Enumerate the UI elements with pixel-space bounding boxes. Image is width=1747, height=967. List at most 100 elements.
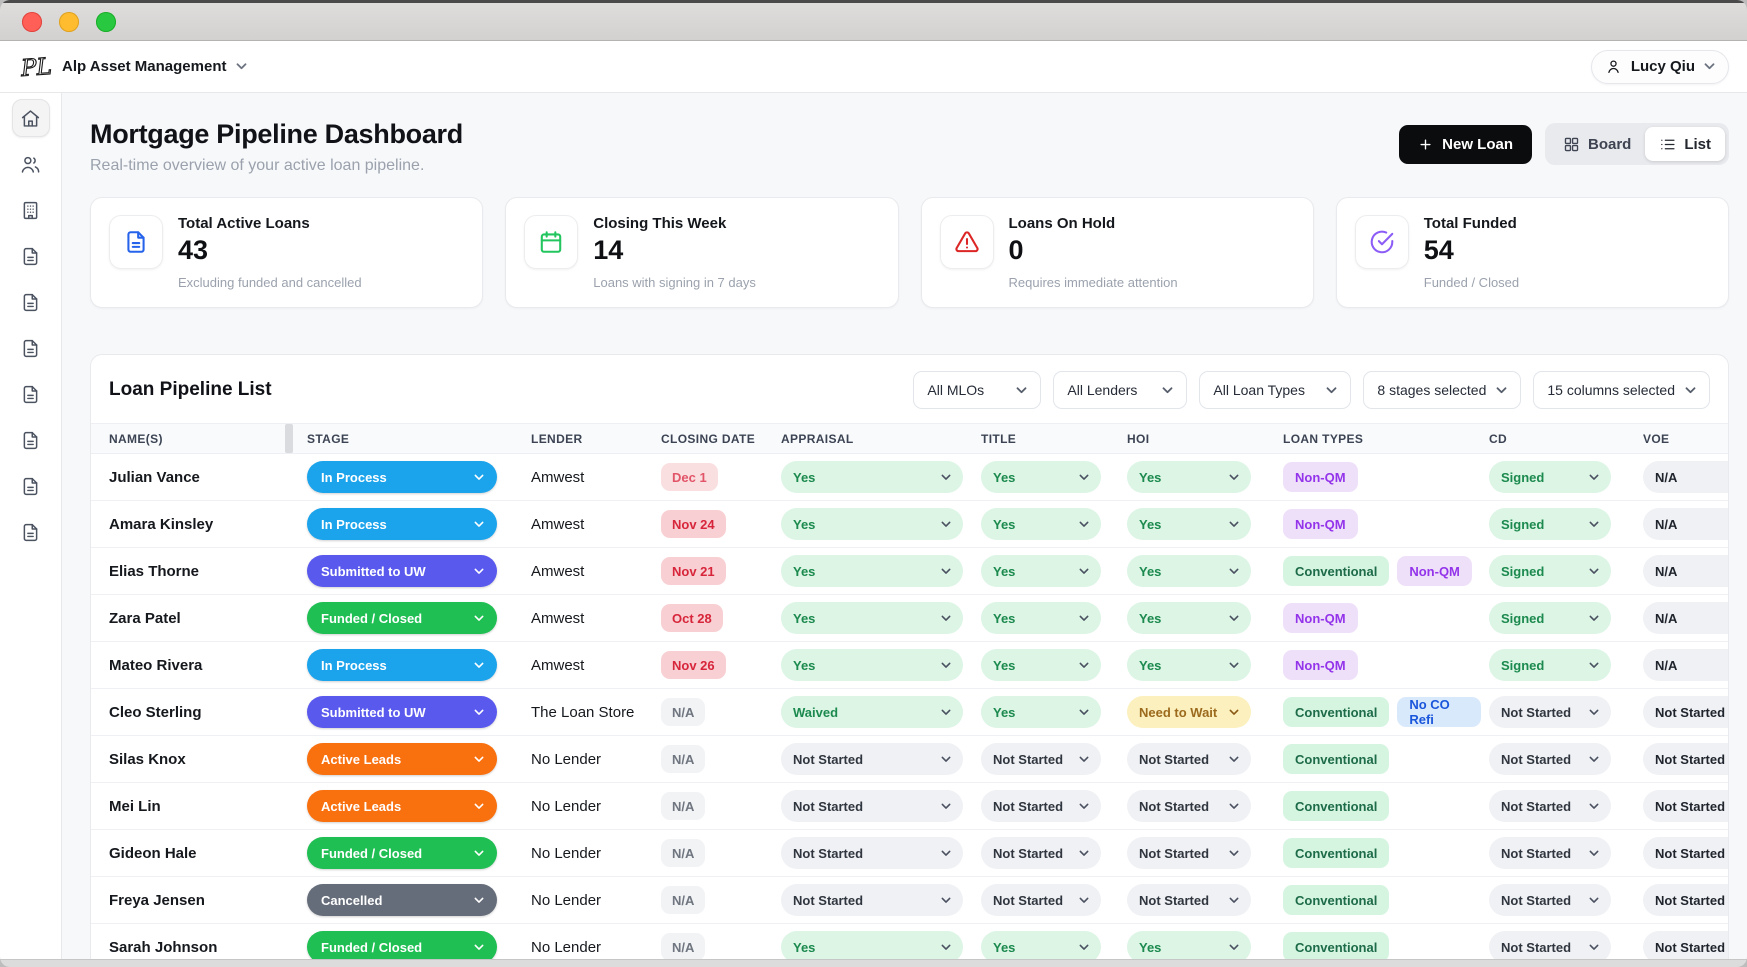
sidebar-item-document-3[interactable] [12,237,50,275]
appraisal-dropdown[interactable]: Not Started [781,837,963,869]
sidebar-item-home[interactable] [12,99,50,137]
appraisal-dropdown[interactable]: Yes [781,602,963,634]
table-row[interactable]: Silas KnoxActive LeadsNo LenderN/ANot St… [91,736,1728,783]
filter-all-loan-types[interactable]: All Loan Types [1199,371,1351,409]
appraisal-dropdown[interactable]: Yes [781,555,963,587]
sidebar-item-building[interactable] [12,191,50,229]
voe-dropdown[interactable]: N/A [1643,461,1728,493]
stage-dropdown[interactable]: In Process [307,649,497,681]
voe-dropdown[interactable]: Not Started [1643,931,1728,959]
appraisal-dropdown[interactable]: Waived [781,696,963,728]
cd-dropdown[interactable]: Not Started [1489,696,1611,728]
table-row[interactable]: Mateo RiveraIn ProcessAmwestNov 26YesYes… [91,642,1728,689]
cd-dropdown[interactable]: Signed [1489,461,1611,493]
title-dropdown[interactable]: Not Started [981,837,1101,869]
view-toggle-board[interactable]: Board [1549,127,1645,161]
minimize-button[interactable] [59,12,79,32]
appraisal-dropdown[interactable]: Yes [781,931,963,959]
title-dropdown[interactable]: Not Started [981,884,1101,916]
hoi-dropdown[interactable]: Yes [1127,555,1251,587]
title-dropdown[interactable]: Yes [981,508,1101,540]
appraisal-dropdown[interactable]: Not Started [781,884,963,916]
sidebar-item-document-7[interactable] [12,421,50,459]
cd-dropdown[interactable]: Signed [1489,602,1611,634]
stage-dropdown[interactable]: Submitted to UW [307,555,497,587]
hoi-dropdown[interactable]: Yes [1127,508,1251,540]
hoi-dropdown[interactable]: Yes [1127,649,1251,681]
title-dropdown[interactable]: Yes [981,555,1101,587]
cd-dropdown[interactable]: Signed [1489,649,1611,681]
table-row[interactable]: Cleo SterlingSubmitted to UWThe Loan Sto… [91,689,1728,736]
column-header-title[interactable]: TITLE [981,432,1016,446]
table-row[interactable]: Mei LinActive LeadsNo LenderN/ANot Start… [91,783,1728,830]
column-resize-handle[interactable] [285,424,293,453]
stage-dropdown[interactable]: Cancelled [307,884,497,916]
sidebar-item-document-5[interactable] [12,329,50,367]
hoi-dropdown[interactable]: Not Started [1127,743,1251,775]
hoi-dropdown[interactable]: Not Started [1127,790,1251,822]
table-row[interactable]: Freya JensenCancelledNo LenderN/ANot Sta… [91,877,1728,924]
stage-dropdown[interactable]: Submitted to UW [307,696,497,728]
column-header-appraisal[interactable]: APPRAISAL [781,432,854,446]
cd-dropdown[interactable]: Not Started [1489,743,1611,775]
voe-dropdown[interactable]: Not Started [1643,790,1728,822]
cd-dropdown[interactable]: Not Started [1489,790,1611,822]
cd-dropdown[interactable]: Signed [1489,508,1611,540]
title-dropdown[interactable]: Not Started [981,743,1101,775]
sidebar-item-users[interactable] [12,145,50,183]
voe-dropdown[interactable]: Not Started [1643,696,1728,728]
filter-all-mlos[interactable]: All MLOs [913,371,1041,409]
zoom-button[interactable] [96,12,116,32]
filter-8-stages-selected[interactable]: 8 stages selected [1363,371,1521,409]
user-menu-button[interactable]: Lucy Qiu [1591,50,1729,84]
stage-dropdown[interactable]: Funded / Closed [307,931,497,959]
close-button[interactable] [22,12,42,32]
column-header-lender[interactable]: LENDER [531,432,583,446]
stage-dropdown[interactable]: Funded / Closed [307,837,497,869]
voe-dropdown[interactable]: Not Started [1643,743,1728,775]
view-toggle-list[interactable]: List [1645,127,1725,161]
table-row[interactable]: Zara PatelFunded / ClosedAmwestOct 28Yes… [91,595,1728,642]
title-dropdown[interactable]: Yes [981,602,1101,634]
column-header-closing[interactable]: CLOSING DATE [661,432,755,446]
hoi-dropdown[interactable]: Yes [1127,461,1251,493]
voe-dropdown[interactable]: N/A [1643,602,1728,634]
hoi-dropdown[interactable]: Yes [1127,931,1251,959]
table-row[interactable]: Julian VanceIn ProcessAmwestDec 1YesYesY… [91,454,1728,501]
title-dropdown[interactable]: Yes [981,696,1101,728]
title-dropdown[interactable]: Not Started [981,790,1101,822]
column-header-hoi[interactable]: HOI [1127,432,1149,446]
voe-dropdown[interactable]: Not Started [1643,884,1728,916]
cd-dropdown[interactable]: Not Started [1489,837,1611,869]
filter-15-columns-selected[interactable]: 15 columns selected [1533,371,1710,409]
voe-dropdown[interactable]: Not Started [1643,837,1728,869]
stage-dropdown[interactable]: Funded / Closed [307,602,497,634]
column-header-stage[interactable]: STAGE [307,432,349,446]
appraisal-dropdown[interactable]: Yes [781,508,963,540]
column-header-cd[interactable]: CD [1489,432,1507,446]
sidebar-item-document-9[interactable] [12,513,50,551]
table-row[interactable]: Elias ThorneSubmitted to UWAmwestNov 21Y… [91,548,1728,595]
stage-dropdown[interactable]: In Process [307,461,497,493]
appraisal-dropdown[interactable]: Yes [781,461,963,493]
title-dropdown[interactable]: Yes [981,461,1101,493]
filter-all-lenders[interactable]: All Lenders [1053,371,1187,409]
new-loan-button[interactable]: New Loan [1399,125,1532,164]
sidebar-item-document-6[interactable] [12,375,50,413]
workspace-switcher[interactable]: PL Alp Asset Management [18,51,247,83]
cd-dropdown[interactable]: Not Started [1489,931,1611,959]
hoi-dropdown[interactable]: Yes [1127,602,1251,634]
hoi-dropdown[interactable]: Not Started [1127,884,1251,916]
cd-dropdown[interactable]: Not Started [1489,884,1611,916]
table-row[interactable]: Amara KinsleyIn ProcessAmwestNov 24YesYe… [91,501,1728,548]
voe-dropdown[interactable]: N/A [1643,649,1728,681]
column-header-loan_types[interactable]: LOAN TYPES [1283,432,1363,446]
table-row[interactable]: Sarah JohnsonFunded / ClosedNo LenderN/A… [91,924,1728,959]
sidebar-item-document-8[interactable] [12,467,50,505]
voe-dropdown[interactable]: N/A [1643,555,1728,587]
stage-dropdown[interactable]: Active Leads [307,743,497,775]
hoi-dropdown[interactable]: Need to Wait [1127,696,1251,728]
title-dropdown[interactable]: Yes [981,649,1101,681]
title-dropdown[interactable]: Yes [981,931,1101,959]
appraisal-dropdown[interactable]: Not Started [781,743,963,775]
